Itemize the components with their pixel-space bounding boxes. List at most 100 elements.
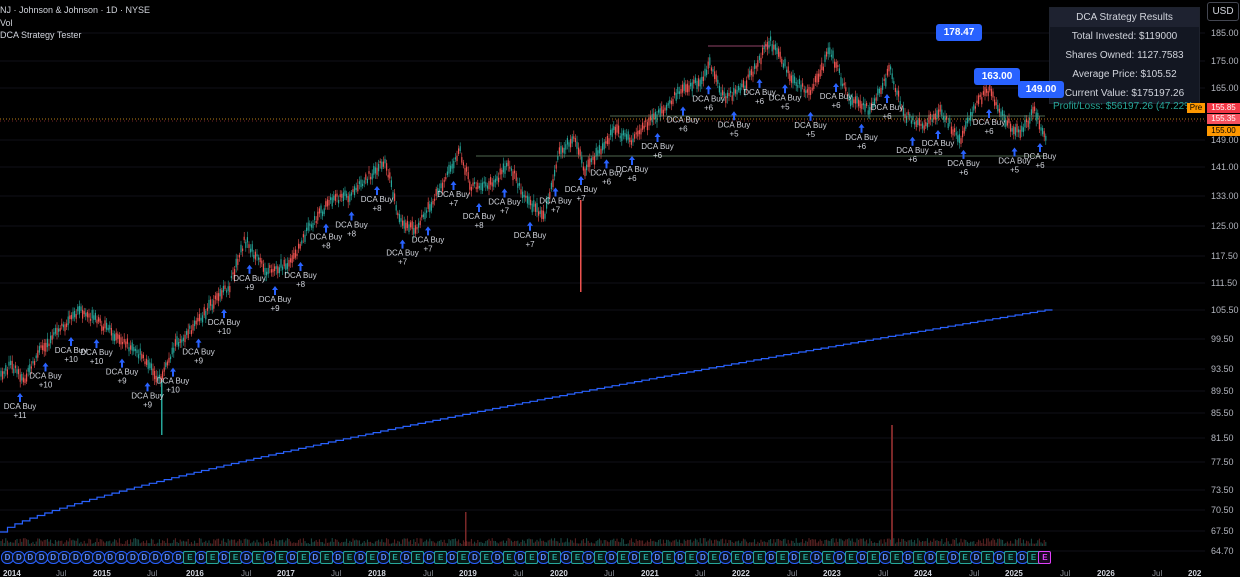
candle-body: [542, 210, 544, 220]
dca-buy-label: DCA Buy: [565, 185, 597, 194]
volume-bar: [24, 538, 26, 546]
dca-buy-amount: +8: [296, 280, 306, 289]
candle-body: [624, 132, 626, 137]
volume-bar: [590, 542, 592, 546]
dca-buy-amount: +6: [602, 177, 612, 186]
candle-body: [184, 334, 186, 343]
candle-body: [272, 269, 274, 273]
volume-bar: [339, 543, 341, 546]
candle-body: [528, 196, 530, 205]
volume-bar: [173, 539, 175, 546]
volume-bar: [349, 540, 351, 546]
volume-bar: [434, 542, 436, 546]
volume-bar: [350, 541, 352, 546]
currency-button[interactable]: USD: [1207, 2, 1239, 21]
candle-body: [550, 182, 552, 190]
candle-body: [173, 347, 175, 353]
volume-bar: [429, 538, 431, 546]
candle-body: [138, 354, 140, 359]
strategy-indicator-label[interactable]: DCA Strategy Tester: [0, 30, 81, 40]
candle-body: [387, 174, 389, 178]
candle-body: [358, 181, 360, 185]
candle-body: [712, 69, 714, 72]
buy-arrow-icon: [782, 84, 788, 94]
dca-buy-amount: +10: [39, 381, 53, 390]
volume-bar: [611, 539, 613, 546]
candle-body: [448, 164, 450, 174]
candle-body: [46, 338, 48, 348]
volume-bar: [501, 541, 503, 546]
volume-bar: [384, 542, 386, 546]
candle-body: [594, 155, 596, 165]
volume-bar: [1011, 543, 1013, 546]
candle-body: [6, 369, 8, 375]
volume-bar: [648, 542, 650, 546]
volume-bar: [93, 543, 95, 546]
volume-bar: [635, 539, 637, 546]
candle-body: [842, 83, 844, 87]
volume-bar: [195, 543, 197, 546]
candle-body: [949, 118, 951, 124]
earnings-marker[interactable]: E: [1038, 551, 1052, 564]
volume-spike: [891, 425, 893, 546]
volume-bar: [272, 543, 274, 546]
volume-bar: [542, 540, 544, 546]
volume-bar: [1013, 543, 1015, 546]
volume-bar: [995, 542, 997, 546]
volume-bar: [762, 541, 764, 546]
volume-bar: [794, 542, 796, 546]
candle-body: [346, 193, 348, 198]
volume-bar: [411, 543, 413, 546]
volume-bar: [200, 538, 202, 546]
volume-bar: [198, 538, 200, 546]
volume-bar: [309, 543, 311, 546]
symbol-title[interactable]: NJ · Johnson & Johnson · 1D · NYSE: [0, 5, 150, 15]
candle-body: [880, 87, 882, 95]
candle-body: [589, 158, 591, 167]
volume-indicator-label[interactable]: Vol: [0, 18, 13, 28]
volume-bar: [723, 543, 725, 546]
candle-body: [459, 146, 461, 152]
candle-body: [824, 54, 826, 62]
volume-bar: [925, 541, 927, 546]
volume-bar: [302, 538, 304, 546]
candle-body: [170, 356, 172, 360]
candle-body: [306, 227, 308, 232]
candle-body: [718, 85, 720, 93]
volume-bar: [530, 539, 532, 546]
candle-body: [222, 285, 224, 293]
candle-body: [664, 107, 666, 111]
candle-body: [526, 195, 528, 204]
volume-bar: [787, 539, 789, 546]
time-axis[interactable]: 2014 Jul 2015 Jul 2016 Jul 2017 Jul 2018 Jul 2019 J…: [3, 569, 1202, 577]
volume-bar: [138, 539, 140, 546]
volume-bar: [506, 540, 508, 546]
dca-buy-amount: +7: [423, 244, 433, 253]
candle-body: [1011, 128, 1013, 132]
volume-bar: [144, 543, 146, 546]
candle-body: [954, 128, 956, 133]
premarket-badge: Pre: [1187, 103, 1205, 113]
volume-bar: [69, 538, 71, 546]
volume-bar: [450, 540, 452, 546]
candle-body: [146, 358, 148, 365]
candle-body: [853, 99, 855, 104]
candle-body: [813, 83, 815, 89]
candle-body: [922, 123, 924, 129]
candle-body: [470, 186, 472, 191]
candle-body: [482, 182, 484, 191]
volume-bar: [810, 539, 812, 546]
candle-body: [382, 161, 384, 167]
candle-body: [906, 116, 908, 123]
volume-bar: [389, 543, 391, 546]
candle-body: [211, 304, 213, 310]
volume-bar: [259, 542, 261, 546]
volume-bar: [2, 539, 4, 546]
candle-body: [701, 76, 703, 85]
volume-bar: [467, 541, 469, 546]
volume-bar: [210, 543, 212, 546]
candle-body: [410, 222, 412, 228]
volume-bar: [525, 543, 527, 546]
volume-bar: [214, 540, 216, 546]
volume-bar: [139, 543, 141, 546]
